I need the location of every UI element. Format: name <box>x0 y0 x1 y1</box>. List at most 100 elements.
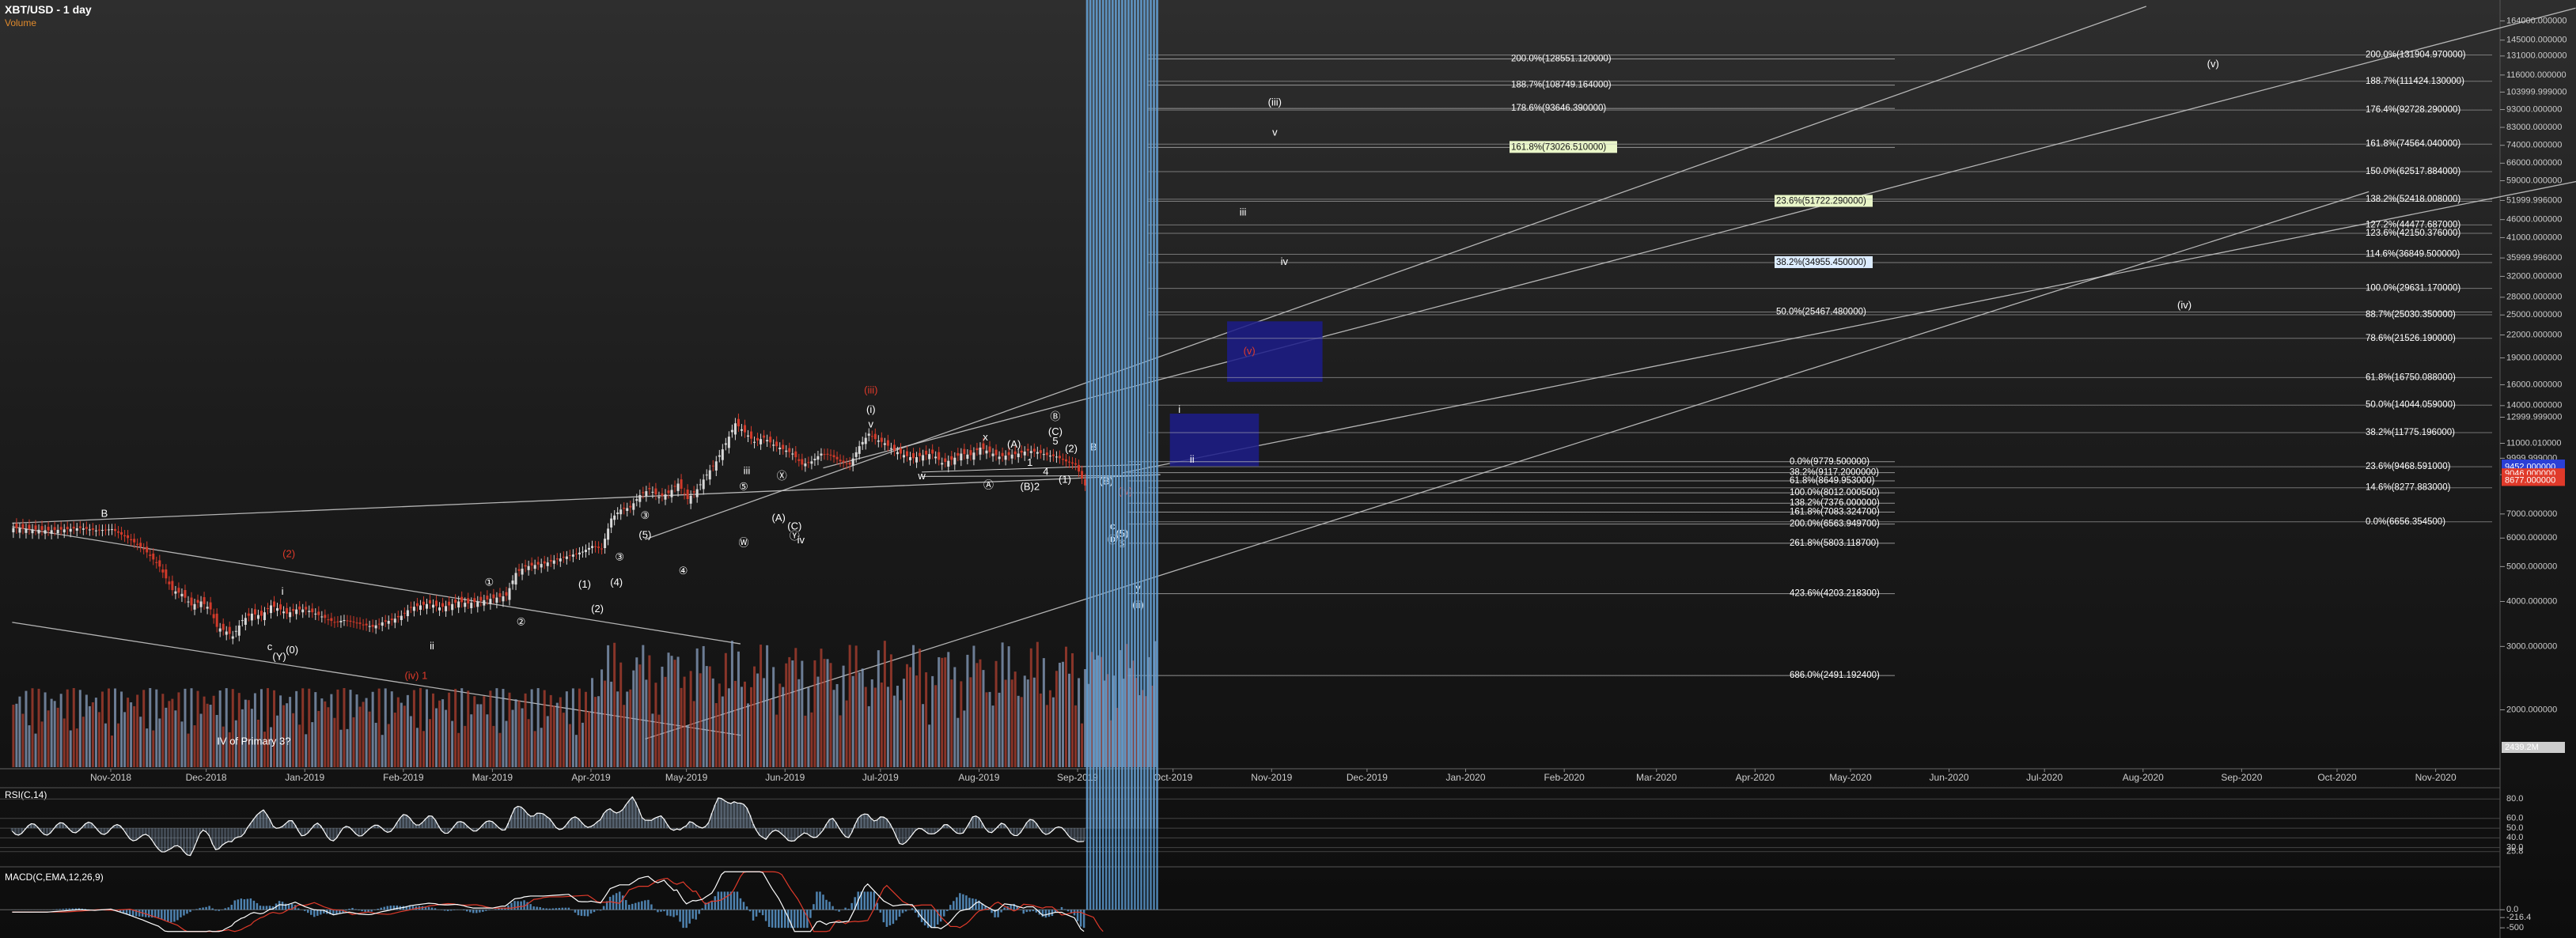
price-tick-label: 59000.000000 <box>2506 176 2562 185</box>
candle-body <box>457 601 460 608</box>
volume-bar <box>1017 695 1020 767</box>
volume-bar <box>457 732 460 767</box>
candle-body <box>953 457 957 465</box>
volume-bar <box>931 675 934 767</box>
candle-body <box>629 505 632 508</box>
candle-body <box>804 463 807 467</box>
candle-body <box>492 594 495 599</box>
time-tick-label: Jul-2019 <box>862 772 899 783</box>
candle-body <box>727 437 730 448</box>
time-tick-label: Sep-2019 <box>1057 772 1098 783</box>
candle-body <box>555 558 559 560</box>
time-tick-label: Feb-2020 <box>1544 772 1585 783</box>
candle-body <box>425 603 428 609</box>
rsi-line <box>11 796 1085 857</box>
target-zone-box <box>1169 413 1260 467</box>
volume-bar <box>425 689 428 767</box>
volume-bar <box>727 688 730 767</box>
volume-bar <box>149 688 152 767</box>
candle-body <box>972 452 975 460</box>
wave-label: (4) <box>610 577 623 588</box>
volume-bar <box>711 678 714 767</box>
volume-bar <box>702 645 705 767</box>
candle-body <box>584 550 587 553</box>
volume-bar <box>600 669 604 767</box>
candle-body <box>645 491 648 497</box>
wave-label: Ⓧ <box>777 470 787 482</box>
volume-bar <box>117 723 120 767</box>
chart-title: XBT/USD - 1 day <box>5 3 92 16</box>
volume-bar <box>1026 679 1029 767</box>
wave-label: (v) <box>1244 345 1256 357</box>
wave-label: i <box>1178 403 1180 415</box>
volume-bar <box>797 679 801 767</box>
candle-body <box>1042 454 1045 456</box>
candle-body <box>470 603 473 608</box>
volume-bar <box>50 698 53 767</box>
candle-body <box>724 443 727 445</box>
fib-right-label: 50.0%(14044.059000) <box>2366 400 2456 410</box>
volume-bar <box>813 660 816 767</box>
volume-bar <box>632 670 635 767</box>
volume-bar <box>1074 705 1078 767</box>
price-tick-label: 12999.999000 <box>2506 412 2562 422</box>
volume-bar <box>387 724 390 767</box>
time-tick-label: Aug-2019 <box>958 772 999 783</box>
volume-bar <box>549 694 552 767</box>
candle-body <box>651 491 654 493</box>
volume-bar <box>53 701 56 767</box>
volume-bar <box>72 688 75 767</box>
candle-body <box>791 453 794 455</box>
candle-body <box>877 440 880 442</box>
candle-body <box>371 625 374 627</box>
volume-bar <box>97 712 100 767</box>
volume-bar <box>100 691 104 767</box>
volume-bar <box>530 689 533 767</box>
fib-left-label: 161.8%(7083.324700) <box>1790 508 1880 517</box>
fib-right-label: 176.4%(92728.290000) <box>2366 105 2460 115</box>
price-tick-label: 22000.000000 <box>2506 330 2562 339</box>
volume-bar <box>772 667 775 767</box>
wave-label: ② <box>517 615 526 627</box>
target-zone-box <box>1227 321 1323 382</box>
volume-bar <box>196 690 199 767</box>
candle-body <box>915 457 919 463</box>
price-tick-label: 46000.000000 <box>2506 215 2562 225</box>
volume-bar <box>543 690 546 767</box>
time-tick-label: Dec-2018 <box>186 772 227 783</box>
candle-body <box>536 562 540 565</box>
candle-body <box>177 588 180 593</box>
volume-bar <box>406 694 409 767</box>
volume-bar <box>177 692 180 767</box>
candle-body <box>963 448 966 455</box>
volume-bar <box>619 662 623 767</box>
wave-label: (B)2 <box>1020 481 1040 493</box>
wave-label: ③ <box>615 550 624 562</box>
volume-bar <box>327 707 330 767</box>
volume-bar <box>37 688 40 767</box>
candle-body <box>947 460 950 467</box>
candle-body <box>21 524 25 529</box>
candle-body <box>807 462 810 463</box>
volume-bar <box>47 710 50 767</box>
fib-left-label: 0.0%(9779.500000) <box>1790 457 1869 467</box>
candle-body <box>256 615 259 619</box>
candle-body <box>1013 451 1017 455</box>
candle-body <box>305 607 308 610</box>
candle-body <box>994 449 998 456</box>
volume-bar <box>292 713 295 767</box>
candle-body <box>412 607 415 611</box>
volume-bar <box>314 692 317 767</box>
candle-body <box>514 573 517 585</box>
volume-bar <box>944 657 947 767</box>
volume-bar <box>85 694 88 767</box>
candle-body <box>40 526 44 531</box>
wave-label: (1) <box>1059 473 1071 485</box>
candle-body <box>549 560 552 562</box>
candle-body <box>1074 463 1078 465</box>
fib-left-label: 200.0%(6563.949700) <box>1790 520 1880 529</box>
candle-body <box>565 556 568 559</box>
volume-bar <box>873 687 877 767</box>
candle-body <box>756 437 760 441</box>
volume-bar <box>1078 678 1081 767</box>
